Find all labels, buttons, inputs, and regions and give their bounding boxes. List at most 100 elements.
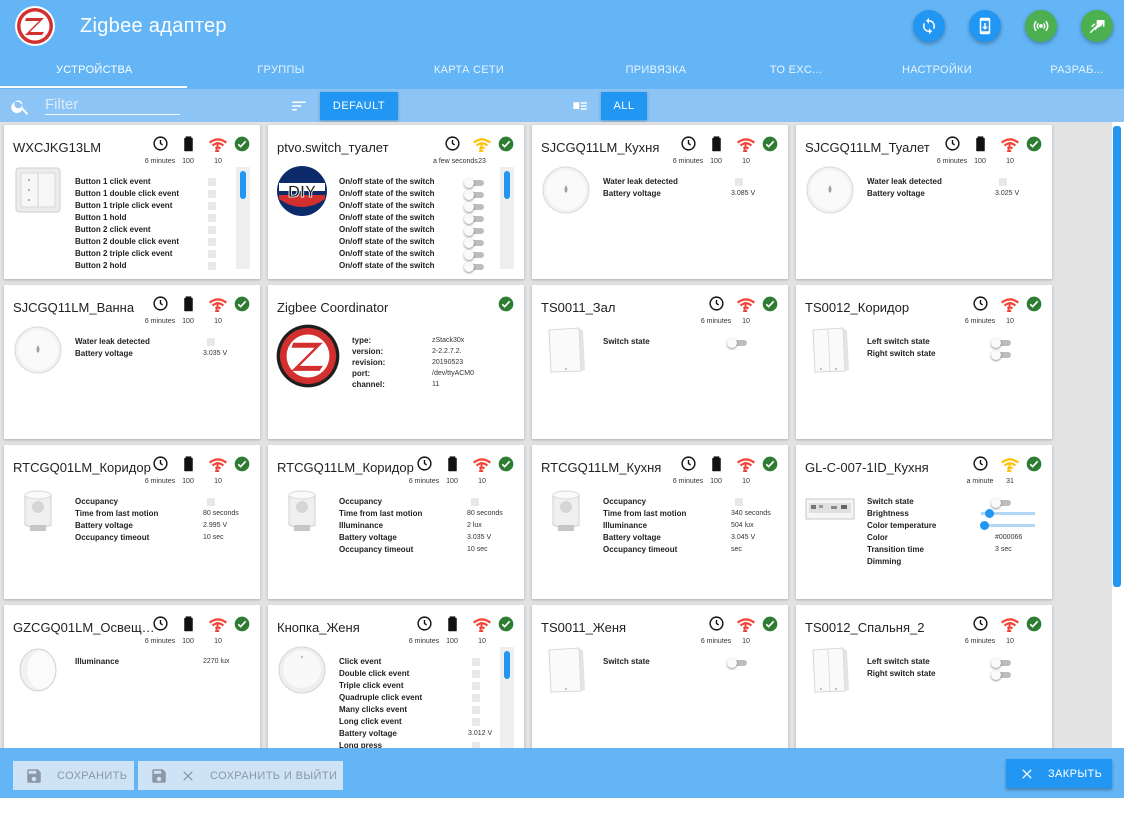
save-button[interactable]: Сохранить (13, 761, 134, 790)
device-card[interactable]: Кнопка_Женя 6 minutes 100 10 Click event… (268, 605, 524, 748)
device-card[interactable]: RTCGQ01LM_Коридор 6 minutes 100 10 Occup… (4, 445, 260, 599)
property-scrollbar[interactable] (236, 167, 250, 269)
property-toggle[interactable] (464, 190, 484, 200)
property-toggle[interactable] (727, 338, 747, 348)
page-scrollbar[interactable] (1113, 126, 1121, 587)
status-value: 10 (214, 478, 222, 485)
device-card[interactable]: RTCGQ11LM_Кухня 6 minutes 100 10 Occupan… (532, 445, 788, 599)
tab-network-map[interactable]: Карта сети (428, 64, 510, 76)
tab-binding[interactable]: Привязка (618, 64, 694, 76)
property-checkbox[interactable] (471, 498, 479, 506)
refresh-button[interactable] (913, 10, 945, 42)
property-toggle[interactable] (464, 238, 484, 248)
property-checkbox[interactable] (208, 178, 216, 186)
property-checkbox[interactable] (208, 190, 216, 198)
property-toggle[interactable] (727, 658, 747, 668)
property-checkbox[interactable] (207, 338, 215, 346)
property-toggle[interactable] (991, 670, 1011, 680)
tab-developer[interactable]: Разраб... (1046, 64, 1108, 76)
device-card[interactable]: GZCGQ01LM_Освещенность 6 minutes 100 10 … (4, 605, 260, 748)
slider-knob[interactable] (980, 521, 989, 530)
tab-ota[interactable]: То exc... (765, 64, 827, 76)
clock-icon (706, 295, 726, 317)
property-checkbox[interactable] (735, 498, 743, 506)
property-label: Long press (339, 741, 383, 748)
connected-check-icon (234, 136, 250, 157)
property-scrollbar[interactable] (500, 167, 514, 269)
pairing-button[interactable] (1025, 10, 1057, 42)
pairing-broadcast-icon (1033, 20, 1049, 32)
property-checkbox[interactable] (208, 226, 216, 234)
property-checkbox[interactable] (208, 214, 216, 222)
property-scrollbar[interactable] (500, 647, 514, 748)
property-toggle[interactable] (991, 350, 1011, 360)
device-card[interactable]: TS0011_Зал 6 minutes 10 Switch state (532, 285, 788, 439)
property-row: Button 1 triple click event (75, 201, 255, 213)
tab-groups[interactable]: Группы (243, 64, 319, 76)
save-and-exit-button[interactable]: Сохранить и выйти (138, 761, 343, 790)
device-card[interactable]: TS0011_Женя 6 minutes 10 Switch state (532, 605, 788, 748)
property-checkbox[interactable] (208, 238, 216, 246)
property-toggle[interactable] (991, 658, 1011, 668)
property-toggle[interactable] (464, 250, 484, 260)
property-toggle[interactable] (991, 498, 1011, 508)
default-sort-button[interactable]: DEFAULT (320, 92, 398, 120)
status-value: 6 minutes (672, 158, 704, 165)
all-filter-button[interactable]: ALL (601, 92, 647, 120)
map-leaf-button[interactable] (1081, 10, 1113, 42)
property-checkbox[interactable] (208, 262, 216, 270)
signal-icon (1000, 295, 1020, 317)
device-card[interactable]: SJCGQ11LM_Кухня 6 minutes 100 10 Water l… (532, 125, 788, 279)
device-card[interactable]: TS0012_Коридор 6 minutes 10 Left switch … (796, 285, 1052, 439)
device-card[interactable]: ptvo.switch_туалет a few seconds 23 DIY O… (268, 125, 524, 279)
filter-input[interactable] (45, 95, 180, 115)
property-checkbox[interactable] (208, 202, 216, 210)
property-checkbox[interactable] (472, 706, 480, 714)
property-checkbox[interactable] (208, 250, 216, 258)
property-checkbox[interactable] (999, 178, 1007, 186)
property-checkbox[interactable] (472, 670, 480, 678)
device-name: ptvo.switch_туалет (277, 140, 389, 155)
device-card[interactable]: WXCJKG13LM 6 minutes 100 10 Button 1 cli… (4, 125, 260, 279)
sort-icon[interactable] (290, 97, 308, 115)
slider-knob[interactable] (985, 509, 994, 518)
device-card[interactable]: SJCGQ11LM_Туалет 6 minutes 100 10 Water … (796, 125, 1052, 279)
property-row: On/off state of the switch (339, 177, 519, 189)
app-window: Zigbee адаптер Устройства Группы Карта с… (0, 0, 1124, 829)
property-row: On/off state of the switch (339, 225, 519, 237)
property-checkbox[interactable] (472, 694, 480, 702)
device-name: TS0012_Коридор (805, 300, 910, 315)
property-checkbox[interactable] (472, 658, 480, 666)
property-toggle[interactable] (464, 226, 484, 236)
property-checkbox[interactable] (735, 178, 743, 186)
property-label: Illuminance (603, 521, 648, 530)
property-slider[interactable] (981, 509, 1035, 518)
device-card[interactable]: TS0012_Спальня_2 6 minutes 10 Left switc… (796, 605, 1052, 748)
property-checkbox[interactable] (207, 498, 215, 506)
property-toggle[interactable] (464, 202, 484, 212)
device-card[interactable]: SJCGQ11LM_Ванна 6 minutes 100 10 Water l… (4, 285, 260, 439)
property-checkbox[interactable] (472, 682, 480, 690)
device-grid: WXCJKG13LM 6 minutes 100 10 Button 1 cli… (0, 122, 1112, 748)
tab-devices[interactable]: Устройства (56, 64, 132, 76)
device-card[interactable]: Zigbee Coordinator type: zStack30x version:… (268, 285, 524, 439)
device-card[interactable]: RTCGQ11LM_Коридор 6 minutes 100 10 Occup… (268, 445, 524, 599)
property-toggle[interactable] (464, 262, 484, 272)
property-toggle[interactable] (991, 338, 1011, 348)
property-row: version: 2-2.2.7.2. (352, 347, 524, 358)
signal-icon (208, 455, 228, 477)
device-download-button[interactable] (969, 10, 1001, 42)
status-value: 10 (742, 638, 750, 645)
property-toggle[interactable] (464, 214, 484, 224)
close-button[interactable]: Закрыть (1006, 759, 1112, 788)
property-checkbox[interactable] (472, 718, 480, 726)
device-card[interactable]: GL-C-007-1ID_Кухня a minute 31 Switch st… (796, 445, 1052, 599)
view-mode-icon[interactable] (571, 97, 589, 115)
scrollbar-thumb[interactable] (504, 651, 510, 679)
scrollbar-thumb[interactable] (504, 171, 510, 199)
scrollbar-thumb[interactable] (240, 171, 246, 199)
property-row: Occupancy (603, 497, 783, 509)
property-slider[interactable] (980, 521, 1035, 530)
property-toggle[interactable] (464, 178, 484, 188)
tab-settings[interactable]: Настройки (899, 64, 975, 76)
